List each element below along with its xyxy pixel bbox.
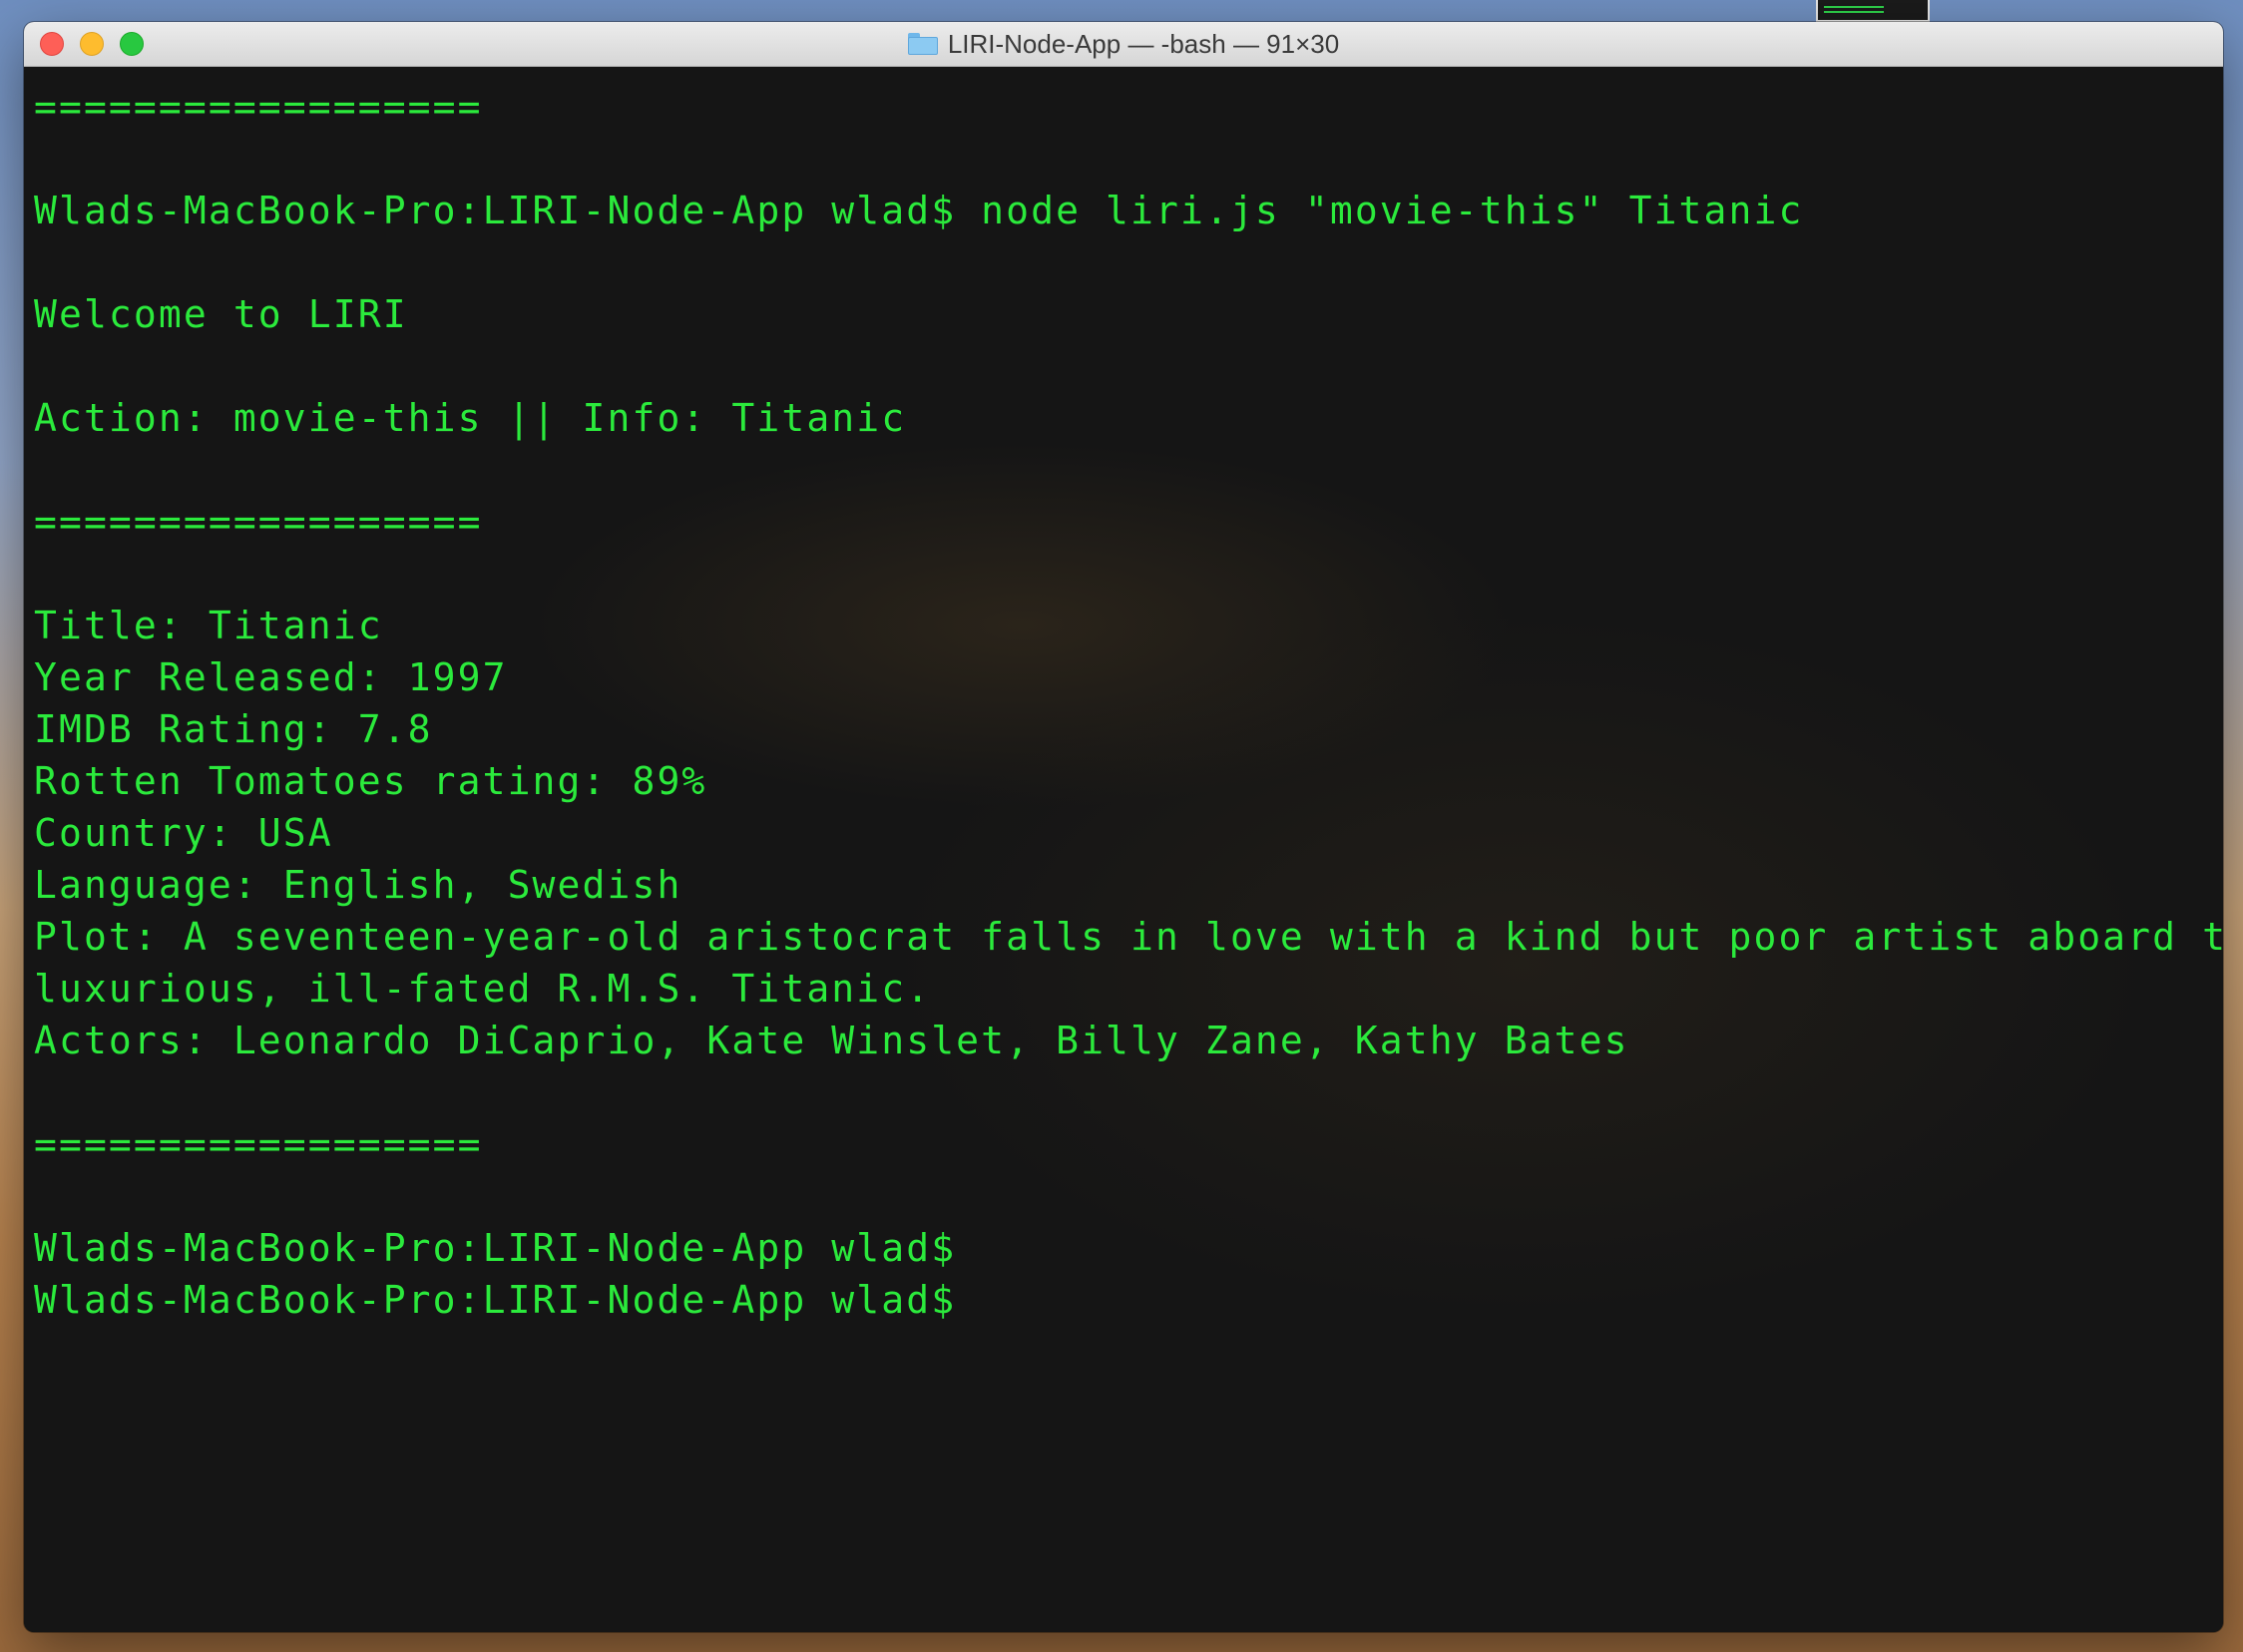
zoom-button[interactable] xyxy=(120,32,144,56)
command-line: Wlads-MacBook-Pro:LIRI-Node-App wlad$ no… xyxy=(34,189,1804,232)
terminal-line: ================== xyxy=(34,85,483,129)
separator-line: ================== xyxy=(34,500,483,544)
terminal-output[interactable]: ================== Wlads-MacBook-Pro:LIR… xyxy=(24,67,2223,1632)
desktop-window-thumbnail xyxy=(1816,0,1930,22)
separator-line: ================== xyxy=(34,1122,483,1166)
close-button[interactable] xyxy=(40,32,64,56)
minimize-button[interactable] xyxy=(80,32,104,56)
movie-title-line: Title: Titanic xyxy=(34,604,383,647)
actors-line: Actors: Leonardo DiCaprio, Kate Winslet,… xyxy=(34,1019,1629,1062)
plot-line: Plot: A seventeen-year-old aristocrat fa… xyxy=(34,915,2223,959)
window-title-group: LIRI-Node-App — -bash — 91×30 xyxy=(907,28,1340,60)
plot-line-continued: luxurious, ill-fated R.M.S. Titanic. xyxy=(34,967,932,1011)
language-line: Language: English, Swedish xyxy=(34,863,682,907)
window-title: LIRI-Node-App — -bash — 91×30 xyxy=(947,28,1340,59)
rotten-tomatoes-line: Rotten Tomatoes rating: 89% xyxy=(34,759,707,803)
country-line: Country: USA xyxy=(34,811,333,855)
prompt-line-current[interactable]: Wlads-MacBook-Pro:LIRI-Node-App wlad$ xyxy=(34,1274,2223,1326)
action-line: Action: movie-this || Info: Titanic xyxy=(34,396,907,440)
welcome-line: Welcome to LIRI xyxy=(34,292,408,336)
title-bar[interactable]: LIRI-Node-App — -bash — 91×30 xyxy=(24,22,2223,67)
prompt-line: Wlads-MacBook-Pro:LIRI-Node-App wlad$ xyxy=(34,1226,957,1270)
folder-icon xyxy=(907,33,938,55)
window-controls xyxy=(40,32,144,56)
terminal-window: LIRI-Node-App — -bash — 91×30 ==========… xyxy=(24,22,2223,1632)
imdb-rating-line: IMDB Rating: 7.8 xyxy=(34,707,433,751)
year-line: Year Released: 1997 xyxy=(34,655,508,699)
